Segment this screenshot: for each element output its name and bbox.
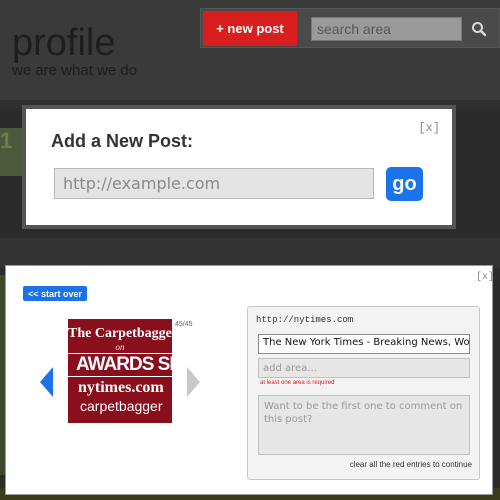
comment-field[interactable] — [258, 395, 470, 455]
search-button[interactable] — [466, 16, 492, 42]
thumbnail-text: The Carpetbagger — [68, 326, 172, 341]
validation-hint: clear all the red entries to continue — [349, 460, 472, 469]
post-title-field[interactable]: The New York Times - Breaking News, Worl… — [258, 334, 470, 354]
thumbnail-text: AWARDS SEASON — [68, 353, 172, 377]
go-button[interactable]: go — [386, 167, 423, 201]
background-card-number: 1 — [0, 128, 13, 153]
search-icon — [472, 22, 487, 37]
thumbnail-text: carpetbagger — [80, 398, 163, 414]
close-dialog-button[interactable]: [x] — [418, 121, 440, 135]
add-post-dialog: Add a New Post: [x] go — [22, 105, 456, 229]
thumbnail-text: nytimes.com — [78, 379, 164, 396]
post-editor-dialog: [x] << start over The Carpetbagger on AW… — [5, 265, 494, 495]
chevron-left-icon — [40, 367, 53, 397]
search-input[interactable] — [311, 17, 462, 41]
preview-thumbnail: The Carpetbagger on AWARDS SEASON nytime… — [68, 319, 172, 423]
previous-image-button[interactable] — [40, 367, 54, 402]
dialog-title: Add a New Post: — [51, 131, 194, 151]
brand-tagline: we are what we do — [12, 62, 138, 79]
area-error-message: at least one area is required — [260, 380, 335, 386]
chevron-right-icon — [187, 367, 200, 397]
new-post-button[interactable]: + new post — [203, 11, 297, 46]
area-input[interactable] — [258, 358, 470, 378]
thumbnail-text: on — [115, 342, 125, 352]
close-editor-button[interactable]: [x] — [476, 272, 494, 283]
start-over-button[interactable]: << start over — [23, 286, 88, 301]
image-counter: 45/45 — [175, 321, 193, 328]
url-input[interactable] — [54, 168, 374, 199]
post-details-panel: http://nytimes.com The New York Times - … — [247, 306, 480, 480]
source-url: http://nytimes.com — [256, 315, 354, 325]
brand-title: profile — [12, 22, 116, 64]
next-image-button[interactable] — [186, 367, 200, 402]
background-band — [0, 238, 500, 268]
